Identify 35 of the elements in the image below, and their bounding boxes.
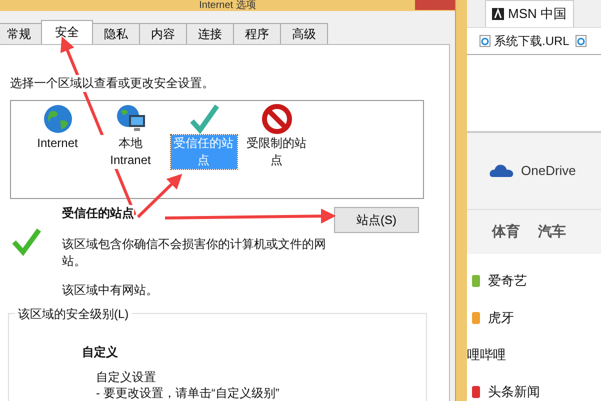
site-link[interactable]: 哩哔哩: [467, 346, 506, 364]
onedrive-link[interactable]: OneDrive: [521, 163, 576, 178]
group-legend: 该区域的安全级别(L): [15, 306, 132, 323]
site-link[interactable]: 虎牙: [488, 309, 514, 328]
sites-button[interactable]: 站点(S): [334, 207, 419, 233]
tab[interactable]: 高级: [280, 23, 328, 44]
site-link[interactable]: 头条新闻: [488, 383, 540, 401]
site-icon: [472, 275, 480, 288]
favorite-link[interactable]: 系统下载.URL: [479, 32, 570, 50]
level-description: - 要更改设置，请单击“自定义级别”: [95, 385, 280, 401]
tab[interactable]: 内容: [139, 23, 187, 44]
zone-description: 该区域包含你确信不会损害你的计算机或文件的网站。: [62, 236, 327, 270]
nav-link[interactable]: 汽车: [538, 223, 566, 242]
site-link[interactable]: 爱奇艺: [488, 272, 527, 290]
globe-icon: [42, 103, 74, 135]
level-description: 自定义设置: [95, 369, 157, 385]
checkmark-icon: [188, 103, 220, 135]
tab[interactable]: 安全: [41, 20, 93, 44]
tab[interactable]: 隐私: [92, 23, 140, 44]
prohibited-icon: [260, 103, 292, 135]
document-icon: [575, 35, 588, 48]
window-title: Internet 选项: [199, 0, 256, 11]
nav-link[interactable]: 体育: [492, 223, 520, 242]
tab[interactable]: 连接: [186, 23, 234, 44]
close-button[interactable]: [415, 0, 455, 10]
site-icon: [472, 386, 480, 398]
tab[interactable]: 常规: [0, 23, 42, 44]
site-icon: [472, 312, 480, 324]
document-icon: [479, 35, 491, 48]
zone-note: 该区域中有网站。: [62, 282, 158, 299]
zone-title: 受信任的站点: [62, 205, 134, 222]
cloud-icon: [489, 163, 515, 178]
level-name: 自定义: [82, 344, 119, 361]
tab[interactable]: 程序: [233, 23, 281, 44]
browser-tab[interactable]: MSN 中国: [485, 0, 574, 28]
